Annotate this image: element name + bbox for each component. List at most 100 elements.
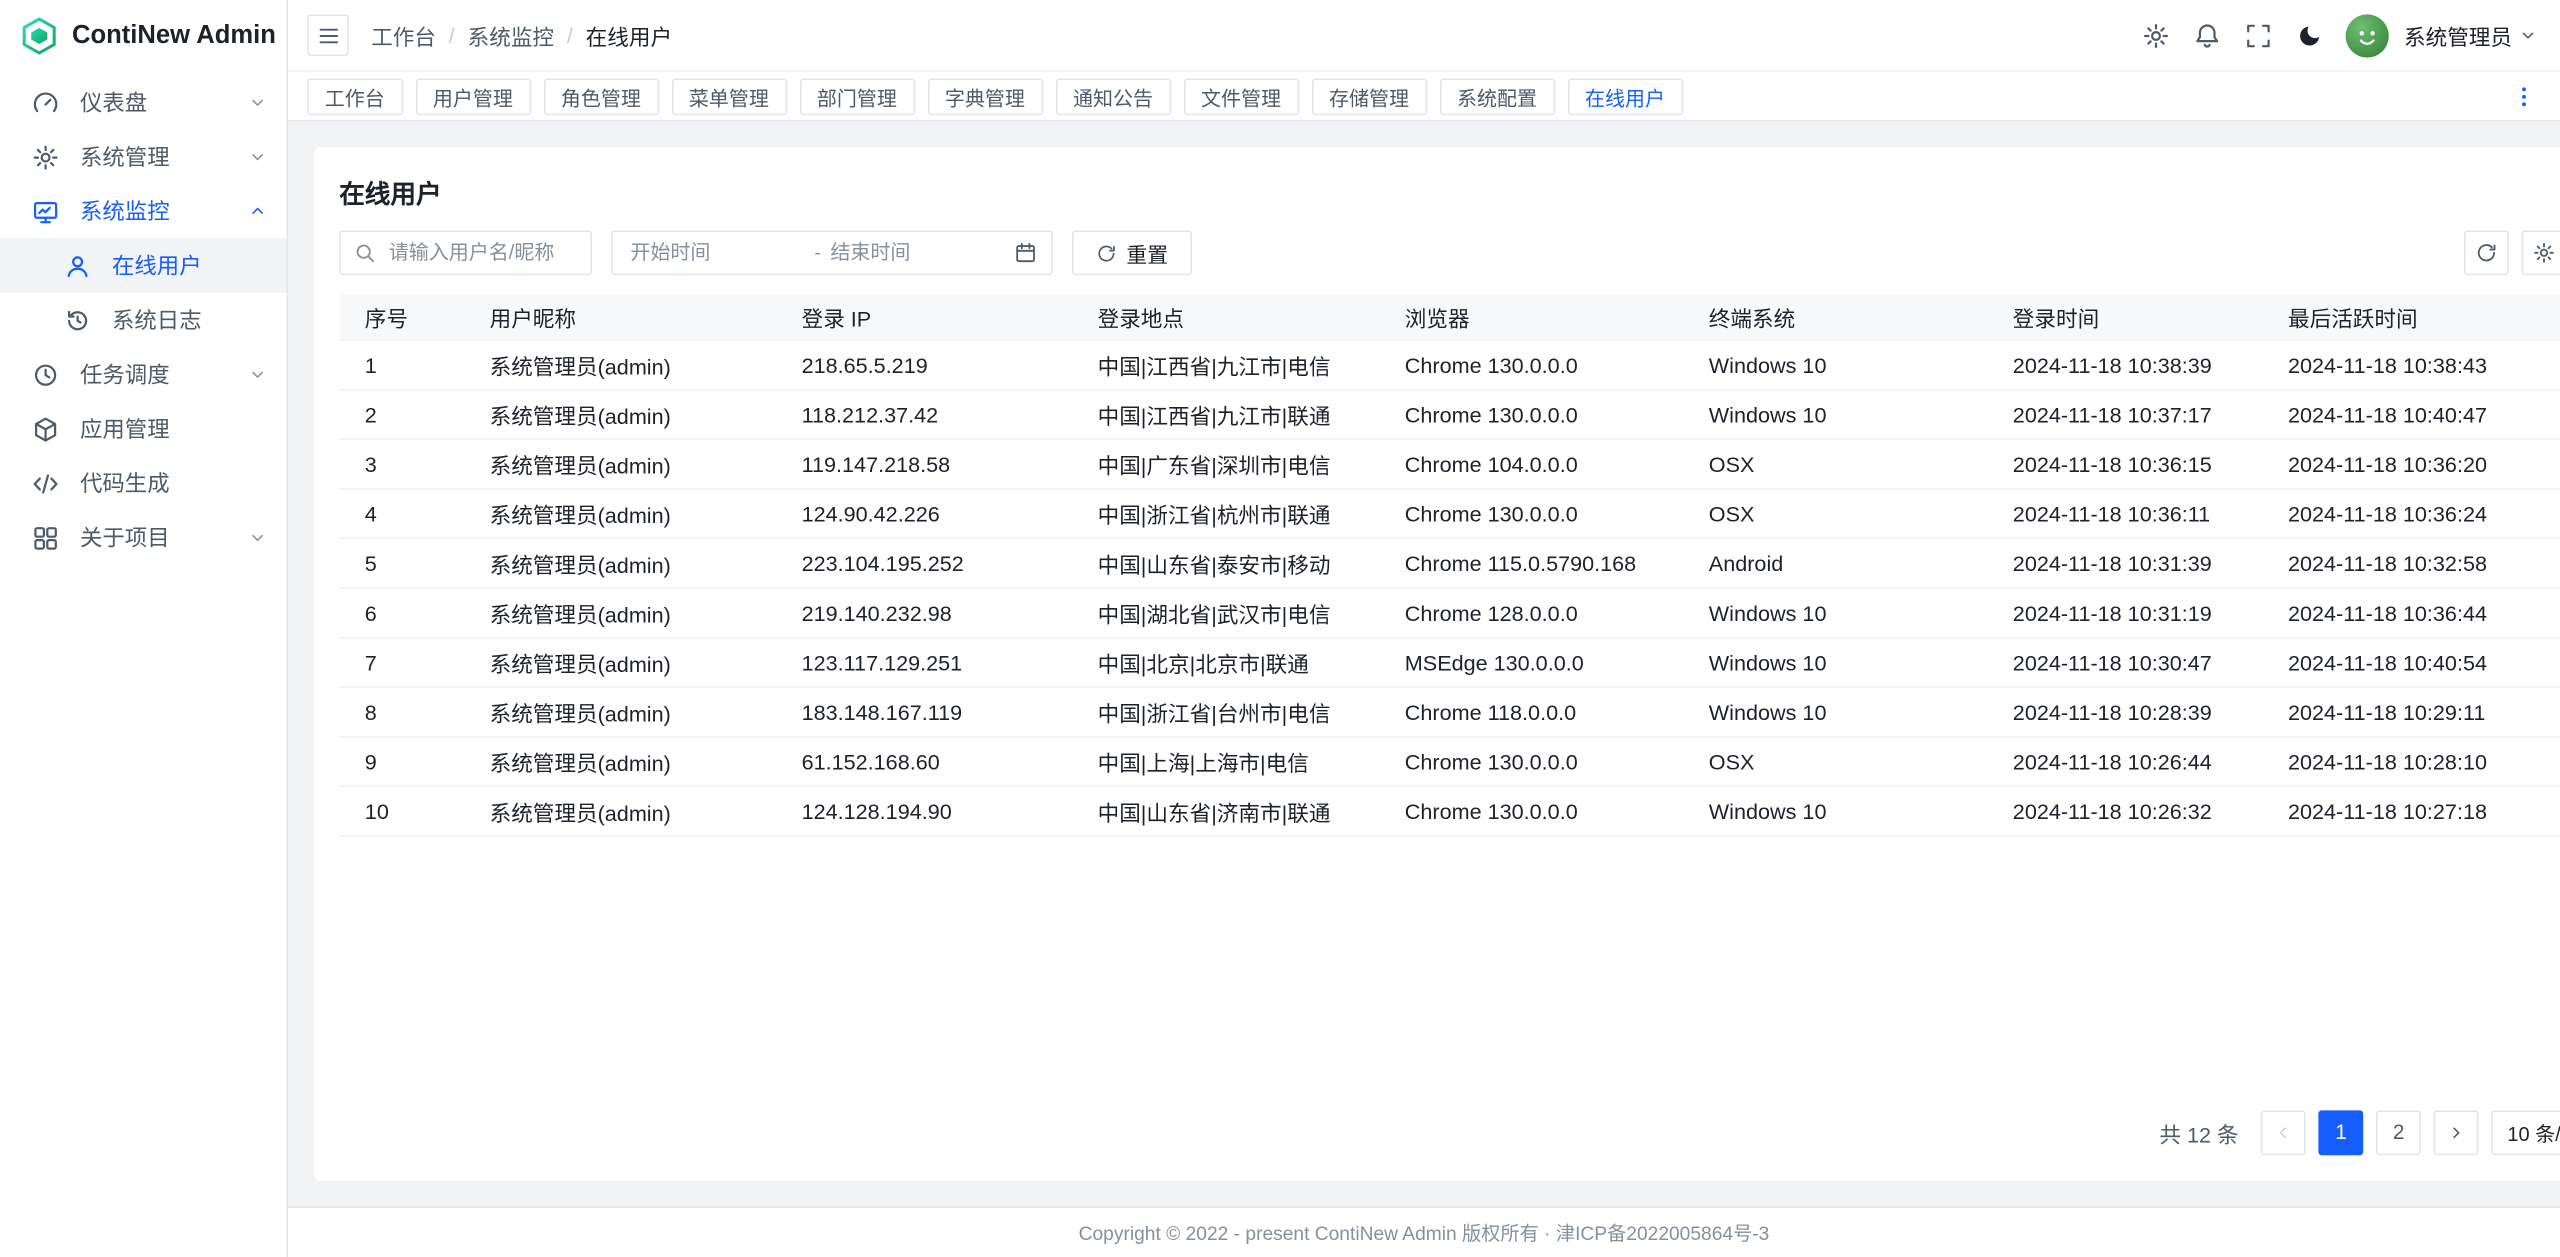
cell-index: 3 <box>339 439 473 489</box>
cell-os: OSX <box>1693 439 1997 489</box>
reset-button[interactable]: 重置 <box>1072 230 1192 275</box>
tab-more-button[interactable] <box>2506 84 2541 108</box>
chevron-left-icon <box>2274 1123 2293 1142</box>
tab-notice[interactable]: 通知公告 <box>1055 78 1170 115</box>
tab-storage-management[interactable]: 存储管理 <box>1311 78 1426 115</box>
cell-browser: Chrome 104.0.0.0 <box>1389 439 1693 489</box>
sidebar-item-about-project[interactable]: 关于项目 <box>0 510 286 564</box>
sidebar-item-label: 系统日志 <box>112 304 270 336</box>
cell-location: 中国|山东省|泰安市|移动 <box>1082 538 1389 588</box>
pagination: 共 12 条 12 10 条/页 <box>314 1087 2560 1180</box>
page-button-1[interactable]: 1 <box>2319 1110 2364 1155</box>
cell-location: 中国|山东省|济南市|联通 <box>1082 786 1389 836</box>
sidebar-item-system-management[interactable]: 系统管理 <box>0 130 286 184</box>
table-header-row: 序号用户昵称登录 IP登录地点浏览器终端系统登录时间最后活跃时间操作 <box>339 294 2560 340</box>
menu-collapse-button[interactable] <box>307 14 349 56</box>
tab-workplace[interactable]: 工作台 <box>307 78 402 115</box>
cell-last-active: 2024-11-18 10:36:24 <box>2272 489 2560 539</box>
column-header: 终端系统 <box>1693 294 1997 340</box>
monitor-icon <box>32 198 59 225</box>
logo[interactable]: ContiNew Admin <box>0 0 286 72</box>
cell-os: OSX <box>1693 737 1997 787</box>
cell-index: 8 <box>339 687 473 737</box>
avatar[interactable] <box>2345 14 2388 57</box>
cell-last-active: 2024-11-18 10:28:10 <box>2272 737 2560 787</box>
gear-icon <box>2533 242 2555 264</box>
search-box <box>339 230 592 275</box>
tab-file-management[interactable]: 文件管理 <box>1183 78 1298 115</box>
page-button-2[interactable]: 2 <box>2376 1110 2421 1155</box>
dark-mode-button[interactable] <box>2287 13 2332 58</box>
cell-nickname: 系统管理员(admin) <box>474 538 786 588</box>
copyright-text: Copyright © 2022 - present ContiNew Admi… <box>1079 1219 1770 1246</box>
more-vertical-icon <box>2511 84 2535 108</box>
sidebar-item-online-user[interactable]: 在线用户 <box>0 238 286 292</box>
cell-nickname: 系统管理员(admin) <box>474 340 786 390</box>
page-size-label: 10 条/页 <box>2507 1117 2560 1147</box>
prev-page-button[interactable] <box>2261 1110 2306 1155</box>
user-menu[interactable]: 系统管理员 <box>2404 19 2538 51</box>
tab-online-user[interactable]: 在线用户 <box>1567 78 1682 115</box>
tab-system-config[interactable]: 系统配置 <box>1439 78 1554 115</box>
table-row: 2系统管理员(admin)118.212.37.42中国|江西省|九江市|联通C… <box>339 390 2560 440</box>
cell-browser: Chrome 130.0.0.0 <box>1389 737 1693 787</box>
notifications-button[interactable] <box>2185 13 2230 58</box>
breadcrumb-separator: / <box>567 23 573 47</box>
app-icon <box>32 415 59 442</box>
cell-index: 9 <box>339 737 473 787</box>
cell-ip: 123.117.129.251 <box>786 638 1082 688</box>
tab-dict-management[interactable]: 字典管理 <box>927 78 1042 115</box>
cell-login-time: 2024-11-18 10:37:17 <box>1997 390 2272 440</box>
content-area: 在线用户 - <box>288 122 2560 1206</box>
page-list: 12 <box>2319 1110 2421 1155</box>
menu-collapse-icon <box>316 23 340 47</box>
date-start-input[interactable] <box>627 240 808 266</box>
chevron-right-icon <box>2447 1123 2466 1142</box>
sidebar-item-app-management[interactable]: 应用管理 <box>0 402 286 456</box>
sidebar-item-task-schedule[interactable]: 任务调度 <box>0 347 286 401</box>
cell-index: 10 <box>339 786 473 836</box>
cell-last-active: 2024-11-18 10:29:11 <box>2272 687 2560 737</box>
sidebar-item-code-generation[interactable]: 代码生成 <box>0 456 286 510</box>
cell-login-time: 2024-11-18 10:36:11 <box>1997 489 2272 539</box>
code-icon <box>32 470 59 497</box>
chevron-down-icon <box>248 147 267 166</box>
next-page-button[interactable] <box>2434 1110 2479 1155</box>
cell-os: Windows 10 <box>1693 588 1997 638</box>
cell-os: Windows 10 <box>1693 638 1997 688</box>
breadcrumb-item-system-monitor[interactable]: 系统监控 <box>468 19 554 51</box>
cell-browser: Chrome 130.0.0.0 <box>1389 340 1693 390</box>
header-settings-button[interactable] <box>2134 13 2179 58</box>
breadcrumb-item-workplace[interactable]: 工作台 <box>371 19 436 51</box>
refresh-table-button[interactable] <box>2464 230 2509 275</box>
cell-last-active: 2024-11-18 10:27:18 <box>2272 786 2560 836</box>
topbar-actions: 系统管理员 <box>2134 13 2538 58</box>
cell-ip: 119.147.218.58 <box>786 439 1082 489</box>
sidebar-item-dashboard[interactable]: 仪表盘 <box>0 75 286 129</box>
page-size-select[interactable]: 10 条/页 <box>2491 1110 2560 1155</box>
column-header: 登录地点 <box>1082 294 1389 340</box>
cell-last-active: 2024-11-18 10:32:58 <box>2272 538 2560 588</box>
cell-location: 中国|湖北省|武汉市|电信 <box>1082 588 1389 638</box>
cell-ip: 124.90.42.226 <box>786 489 1082 539</box>
tab-role-management[interactable]: 角色管理 <box>543 78 658 115</box>
tab-dept-management[interactable]: 部门管理 <box>799 78 914 115</box>
fullscreen-icon <box>2245 22 2272 49</box>
column-settings-button[interactable] <box>2522 230 2560 275</box>
date-end-input[interactable] <box>827 240 1008 266</box>
tab-menu-management[interactable]: 菜单管理 <box>671 78 786 115</box>
tab-user-management[interactable]: 用户管理 <box>415 78 530 115</box>
main-area: 工作台 / 系统监控 / 在线用户 <box>288 0 2560 1257</box>
sidebar-item-label: 在线用户 <box>112 250 270 282</box>
breadcrumb: 工作台 / 系统监控 / 在线用户 <box>371 19 672 51</box>
cell-index: 6 <box>339 588 473 638</box>
chevron-down-icon <box>248 365 267 384</box>
sidebar-item-system-log[interactable]: 系统日志 <box>0 293 286 347</box>
table-body: 1系统管理员(admin)218.65.5.219中国|江西省|九江市|电信Ch… <box>339 340 2560 836</box>
search-input[interactable] <box>386 240 578 266</box>
cell-nickname: 系统管理员(admin) <box>474 786 786 836</box>
fullscreen-button[interactable] <box>2236 13 2281 58</box>
sidebar-item-system-monitor[interactable]: 系统监控 <box>0 184 286 238</box>
cell-os: Windows 10 <box>1693 390 1997 440</box>
chevron-down-icon <box>2518 26 2537 45</box>
